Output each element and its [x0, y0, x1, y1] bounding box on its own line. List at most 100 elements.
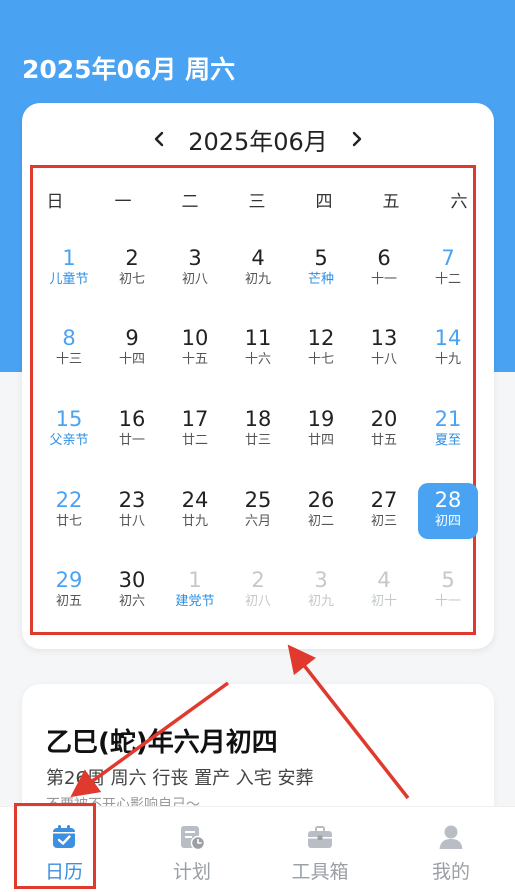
page-title: 2025年06月 周六: [22, 55, 236, 84]
toolbox-icon: [308, 826, 332, 848]
calendar-day[interactable]: 17 廿二: [165, 402, 225, 458]
calendar-day[interactable]: 7 十二: [418, 241, 478, 297]
day-lunar-label: 廿三: [244, 433, 271, 448]
day-lunar-label: 十八: [370, 352, 397, 367]
calendar-card: 2025年06月 日 一 二 三 四 五 六 1 儿童节 2 初七 3 初八 4 初九 5 芒种 6…: [22, 103, 494, 649]
day-lunar-label: 初八: [181, 272, 208, 287]
calendar-day[interactable]: 19 廿四: [291, 402, 351, 458]
day-number: 11: [244, 326, 272, 350]
nav-tab-plan[interactable]: 计划: [128, 807, 256, 892]
day-number: 17: [181, 407, 209, 431]
calendar-day[interactable]: 29 初五: [39, 563, 99, 619]
day-lunar-label: 十三: [55, 352, 82, 367]
calendar-day[interactable]: 9 十四: [102, 321, 162, 377]
day-number: 6: [377, 246, 391, 270]
day-lunar-label: 廿四: [307, 433, 334, 448]
calendar-day[interactable]: 14 十九: [418, 321, 478, 377]
day-number: 25: [244, 488, 272, 512]
user-icon: [439, 825, 463, 849]
day-number: 13: [370, 326, 398, 350]
day-number: 8: [62, 326, 76, 350]
day-number: 1: [62, 246, 76, 270]
day-lunar-label: 廿八: [118, 514, 145, 529]
calendar-day[interactable]: 12 十七: [291, 321, 351, 377]
day-festival-label: 儿童节: [49, 272, 89, 287]
day-number: 24: [181, 488, 209, 512]
calendar-tab-highlight-box: [14, 803, 96, 889]
calendar-day-selected[interactable]: 28 初四: [418, 483, 478, 539]
calendar-day[interactable]: 24 廿九: [165, 483, 225, 539]
calendar-day[interactable]: 26 初二: [291, 483, 351, 539]
day-lunar-label: 廿七: [55, 514, 82, 529]
day-number: 19: [307, 407, 335, 431]
day-lunar-label: 十一: [370, 272, 397, 287]
calendar-day[interactable]: 4 初十: [354, 563, 414, 619]
nav-tab-mine[interactable]: 我的: [387, 807, 515, 892]
day-number: 28: [434, 488, 462, 512]
nav-tab-label: 计划: [172, 861, 211, 883]
calendar-day[interactable]: 18 廿三: [228, 402, 288, 458]
calendar-day[interactable]: 16 廿一: [102, 402, 162, 458]
calendar-day[interactable]: 5 芒种: [291, 241, 351, 297]
calendar-day[interactable]: 5 十一: [418, 563, 478, 619]
calendar-day[interactable]: 23 廿八: [102, 483, 162, 539]
day-number: 1: [188, 568, 202, 592]
calendar-day[interactable]: 22 廿七: [39, 483, 99, 539]
calendar-day[interactable]: 2 初七: [102, 241, 162, 297]
day-lunar-label: 初九: [307, 594, 334, 609]
nav-tab-label: 工具箱: [291, 861, 349, 883]
calendar-day[interactable]: 1 建党节: [165, 563, 225, 619]
calendar-day[interactable]: 2 初八: [228, 563, 288, 619]
calendar-day[interactable]: 13 十八: [354, 321, 414, 377]
lunar-date-details: 第26周 周六 行丧 置产 入宅 安葬: [46, 768, 314, 789]
day-number: 10: [181, 326, 209, 350]
day-number: 18: [244, 407, 272, 431]
day-number: 23: [118, 488, 146, 512]
day-lunar-label: 十五: [181, 352, 208, 367]
day-number: 14: [434, 326, 462, 350]
calendar-day[interactable]: 11 十六: [228, 321, 288, 377]
nav-tab-label: 我的: [431, 861, 470, 883]
calendar-day[interactable]: 4 初九: [228, 241, 288, 297]
day-number: 20: [370, 407, 398, 431]
calendar-day[interactable]: 10 十五: [165, 321, 225, 377]
calendar-day[interactable]: 20 廿五: [354, 402, 414, 458]
calendar-day[interactable]: 3 初九: [291, 563, 351, 619]
calendar-day[interactable]: 15 父亲节: [39, 402, 99, 458]
lunar-date-title: 乙巳(蛇)年六月初四: [46, 728, 278, 758]
day-number: 16: [118, 407, 146, 431]
day-lunar-label: 廿五: [370, 433, 397, 448]
day-number: 4: [251, 246, 265, 270]
day-lunar-label: 十七: [307, 352, 334, 367]
day-number: 4: [377, 568, 391, 592]
day-lunar-label: 初二: [307, 514, 334, 529]
calendar-day[interactable]: 21 夏至: [418, 402, 478, 458]
day-festival-label: 建党节: [175, 594, 215, 609]
calendar-day[interactable]: 6 十一: [354, 241, 414, 297]
day-number: 2: [251, 568, 265, 592]
day-festival-label: 夏至: [434, 433, 461, 448]
day-lunar-label: 初十: [370, 594, 397, 609]
calendar-day[interactable]: 1 儿童节: [39, 241, 99, 297]
calendar-day[interactable]: 8 十三: [39, 321, 99, 377]
day-number: 5: [441, 568, 455, 592]
day-festival-label: 父亲节: [49, 433, 89, 448]
calendar-day[interactable]: 3 初八: [165, 241, 225, 297]
day-number: 3: [188, 246, 202, 270]
calendar-day[interactable]: 25 六月: [228, 483, 288, 539]
day-number: 3: [314, 568, 328, 592]
day-lunar-label: 初六: [118, 594, 145, 609]
day-lunar-label: 十一: [434, 594, 461, 609]
day-number: 29: [55, 568, 83, 592]
calendar-day[interactable]: 30 初六: [102, 563, 162, 619]
day-lunar-label: 初八: [244, 594, 271, 609]
day-lunar-label: 十九: [434, 352, 461, 367]
day-number: 15: [55, 407, 83, 431]
day-festival-label: 芒种: [307, 272, 334, 287]
day-lunar-label: 初七: [118, 272, 145, 287]
day-lunar-label: 十二: [434, 272, 461, 287]
calendar-day[interactable]: 27 初三: [354, 483, 414, 539]
day-number: 12: [307, 326, 335, 350]
plan-icon: [181, 826, 206, 851]
nav-tab-toolbox[interactable]: 工具箱: [256, 807, 384, 892]
